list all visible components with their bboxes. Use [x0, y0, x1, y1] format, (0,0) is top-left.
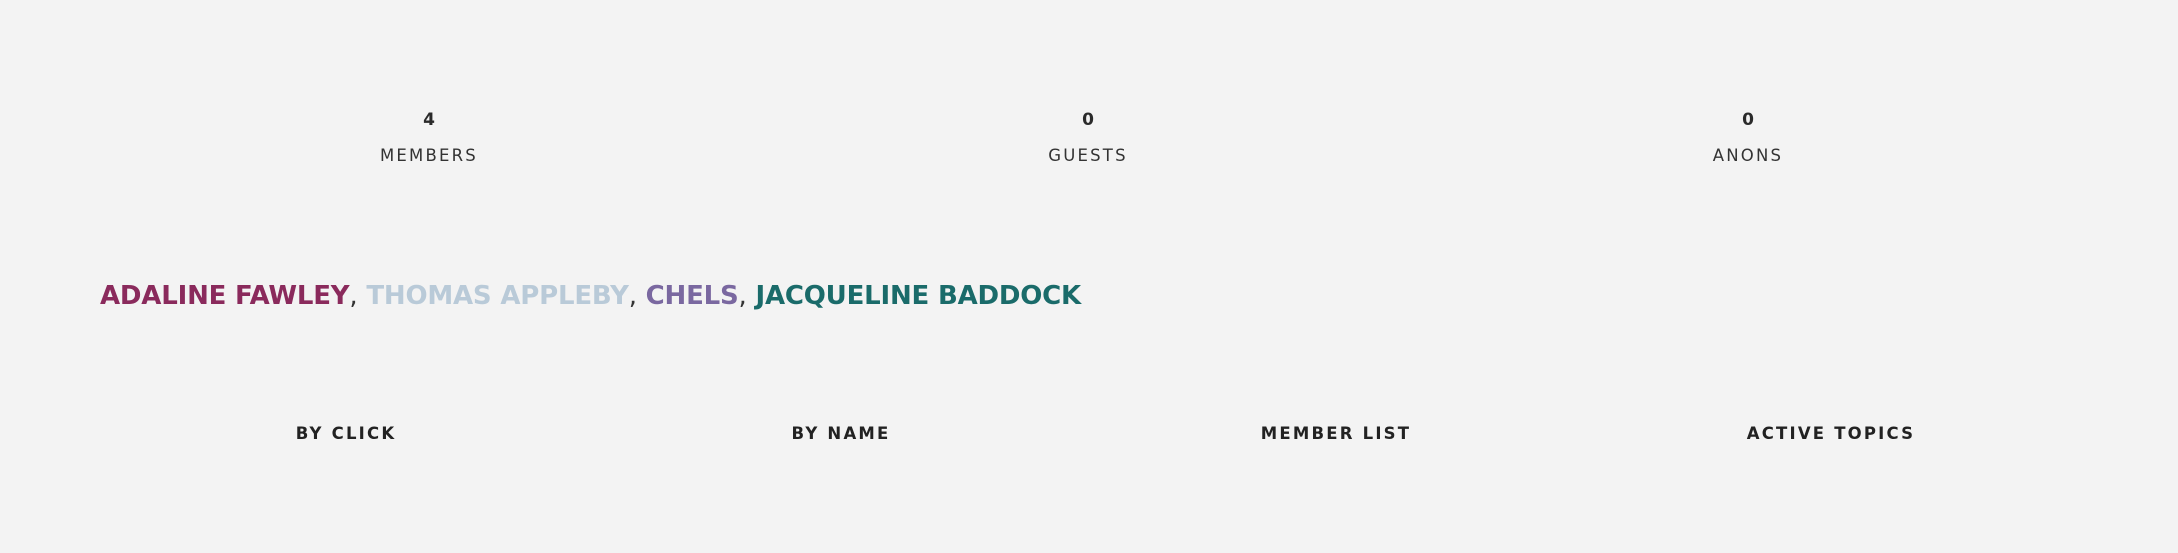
guests-label: GUESTS [1048, 146, 1128, 165]
member-separator: , [738, 281, 747, 311]
members-label: MEMBERS [380, 146, 478, 165]
guests-stat: 0 GUESTS [938, 108, 1238, 167]
by-name-link[interactable]: BY NAME [691, 422, 991, 446]
member-link-jacqueline-baddock[interactable]: JACQUELINE BADDOCK [755, 281, 1081, 311]
member-link-chels[interactable]: CHELS [646, 281, 739, 311]
by-click-link[interactable]: BY CLICK [196, 422, 496, 446]
members-stat: 4 MEMBERS [279, 108, 579, 167]
member-separator: , [349, 281, 358, 311]
online-members-list: ADALINE FAWLEY, THOMAS APPLEBY, CHELS, J… [100, 280, 1081, 312]
members-count: 4 [423, 110, 435, 130]
anons-stat: 0 ANONS [1598, 108, 1898, 167]
member-list-link[interactable]: MEMBER LIST [1186, 422, 1486, 446]
online-stats: 4 MEMBERS 0 GUESTS 0 ANONS [0, 0, 2178, 200]
active-topics-link[interactable]: ACTIVE TOPICS [1681, 422, 1981, 446]
guests-count: 0 [1082, 110, 1094, 130]
anons-label: ANONS [1712, 146, 1784, 165]
anons-count: 0 [1742, 110, 1754, 130]
member-separator: , [628, 281, 637, 311]
member-link-adaline-fawley[interactable]: ADALINE FAWLEY [100, 281, 350, 311]
member-link-thomas-appleby[interactable]: THOMAS APPLEBY [366, 281, 629, 311]
